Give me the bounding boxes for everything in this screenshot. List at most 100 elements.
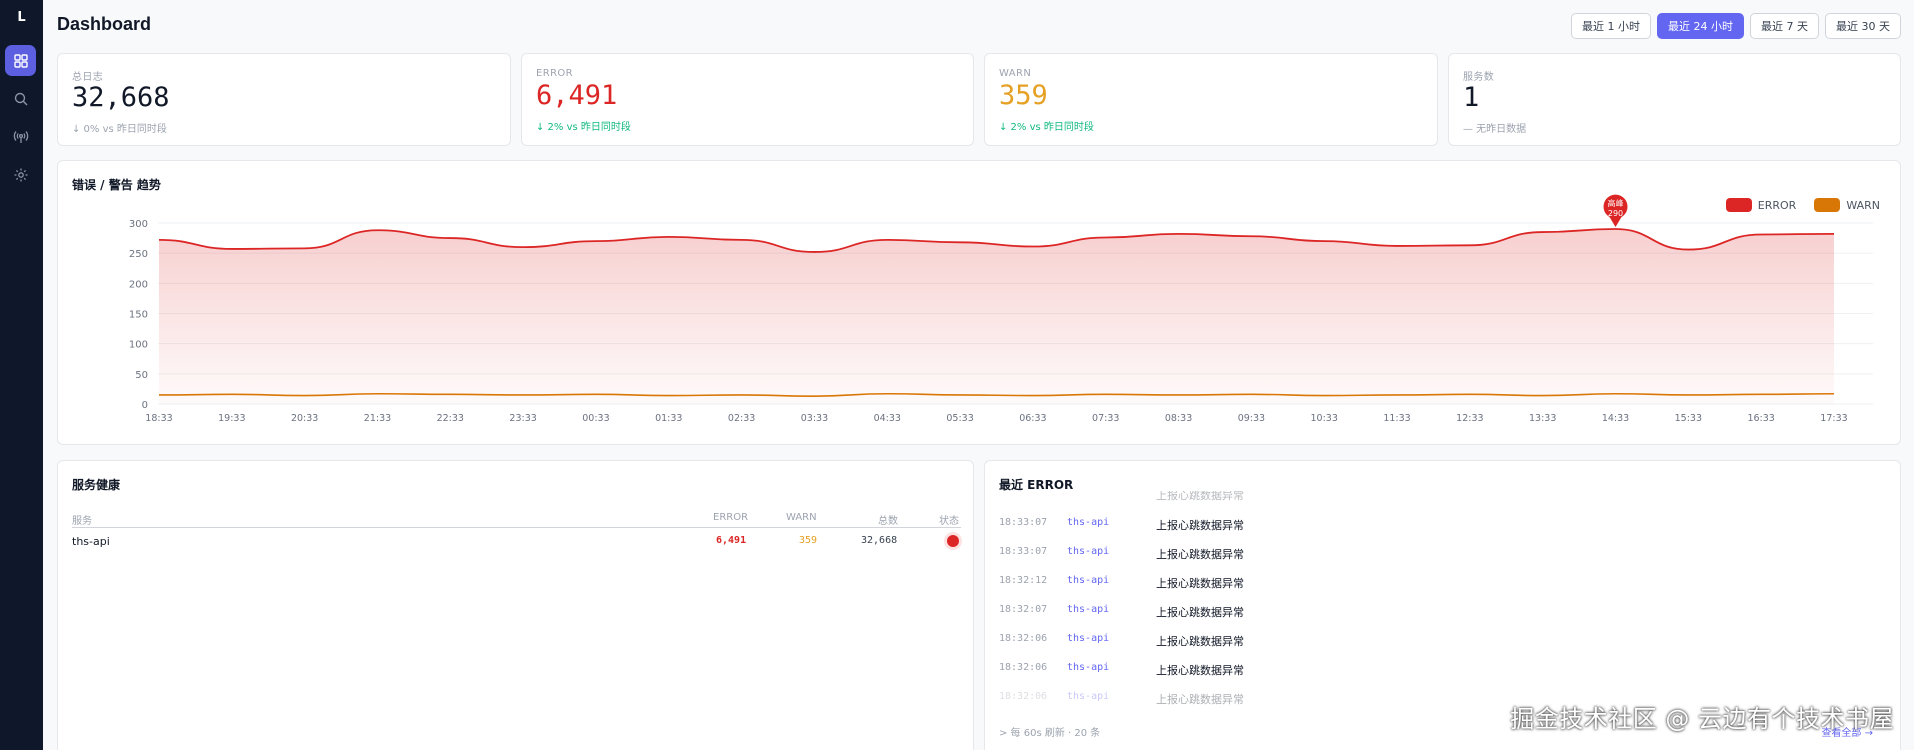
col-header-total: 总数 xyxy=(878,516,898,527)
chart-legend: ERROR WARN xyxy=(1725,198,1880,212)
x-tick-label: 15:33 xyxy=(1675,413,1702,424)
col-header-service: 服务 xyxy=(72,516,92,527)
stat-value: 32,668 xyxy=(72,82,170,113)
peak-marker xyxy=(1603,194,1628,228)
y-tick-label: 150 xyxy=(129,310,148,321)
error-service: ths-api xyxy=(1067,633,1110,644)
error-time: 18:33:07 xyxy=(999,546,1048,557)
error-list-partial-item: 上报心跳数据异常 xyxy=(1156,489,1244,502)
app-logo: L xyxy=(17,10,26,25)
y-tick-label: 0 xyxy=(142,400,148,411)
error-list-item[interactable]: 18:33:07 ths-api 上报心跳数据异常 xyxy=(999,546,1244,562)
stat-value: 359 xyxy=(999,80,1048,111)
service-error-count: 6,491 xyxy=(716,535,747,546)
x-tick-label: 10:33 xyxy=(1311,413,1338,424)
service-warn-count: 359 xyxy=(799,535,818,546)
error-service: ths-api xyxy=(1067,691,1110,702)
services-title: 服务健康 xyxy=(72,478,121,492)
error-list-item[interactable]: 18:32:06 ths-api 上报心跳数据异常 xyxy=(999,662,1244,678)
sidebar: L xyxy=(0,0,43,750)
x-tick-label: 22:33 xyxy=(437,413,464,424)
legend-swatch-warn xyxy=(1814,198,1841,212)
stat-value: 6,491 xyxy=(536,80,618,111)
x-tick-label: 02:33 xyxy=(728,413,755,424)
series-line-warn xyxy=(158,392,1835,397)
col-header-status: 状态 xyxy=(939,516,959,527)
y-tick-label: 200 xyxy=(129,279,148,290)
stat-card-total: 总日志 32,668 ↓ 0% vs 昨日同时段 xyxy=(57,53,511,146)
dashboard-icon xyxy=(13,53,28,68)
error-service: ths-api xyxy=(1067,575,1110,586)
error-message: 上报心跳数据异常 xyxy=(1156,693,1244,706)
watermark: 掘金技术社区 @ 云边有个技术书屋 xyxy=(1510,705,1894,733)
table-header-divider xyxy=(72,527,961,528)
nav-live[interactable] xyxy=(5,121,36,152)
error-message: 上报心跳数据异常 xyxy=(1156,635,1244,648)
service-name[interactable]: ths-api xyxy=(72,535,110,548)
x-tick-label: 23:33 xyxy=(509,413,536,424)
x-tick-label: 13:33 xyxy=(1529,413,1556,424)
peak-value: 290 xyxy=(1608,209,1623,218)
x-tick-label: 07:33 xyxy=(1092,413,1119,424)
search-icon xyxy=(14,92,27,105)
range-1h-button[interactable]: 最近 1 小时 xyxy=(1571,13,1651,39)
error-time: 18:33:07 xyxy=(999,517,1048,528)
error-time: 18:32:07 xyxy=(999,604,1048,615)
error-message: 上报心跳数据异常 xyxy=(1156,664,1244,677)
x-tick-label: 01:33 xyxy=(655,413,682,424)
stat-label: 服务数 xyxy=(1463,72,1495,83)
stat-delta: ↓ 2% vs 昨日同时段 xyxy=(999,122,1094,133)
x-tick-label: 08:33 xyxy=(1165,413,1192,424)
col-header-error: ERROR xyxy=(713,512,749,523)
range-7d-button[interactable]: 最近 7 天 xyxy=(1750,13,1819,39)
stat-card-services: 服务数 1 — 无昨日数据 xyxy=(1448,53,1901,146)
error-list-item[interactable]: 18:32:12 ths-api 上报心跳数据异常 xyxy=(999,575,1244,591)
x-tick-label: 03:33 xyxy=(801,413,828,424)
peak-label: 高峰 xyxy=(1608,198,1624,208)
nav-dashboard[interactable] xyxy=(5,45,36,76)
x-tick-label: 14:33 xyxy=(1602,413,1629,424)
x-tick-label: 06:33 xyxy=(1019,413,1046,424)
range-24h-button[interactable]: 最近 24 小时 xyxy=(1657,13,1744,39)
error-time: 18:32:06 xyxy=(999,662,1048,673)
refresh-info: > 每 60s 刷新 · 20 条 xyxy=(999,728,1101,739)
x-tick-label: 20:33 xyxy=(291,413,318,424)
error-list-item[interactable]: 18:32:06 ths-api 上报心跳数据异常 xyxy=(999,691,1244,707)
error-message: 上报心跳数据异常 xyxy=(1156,548,1244,561)
error-list-item[interactable]: 18:32:07 ths-api 上报心跳数据异常 xyxy=(999,604,1244,620)
error-service: ths-api xyxy=(1067,546,1110,557)
stat-value: 1 xyxy=(1463,82,1480,113)
y-tick-label: 50 xyxy=(135,370,148,381)
x-tick-label: 11:33 xyxy=(1383,413,1410,424)
services-panel: 服务健康 服务 ERROR WARN 总数 状态 ths-api 6,491 3… xyxy=(57,460,974,750)
chart-title: 错误 / 警告 趋势 xyxy=(72,178,161,192)
error-time: 18:32:06 xyxy=(999,691,1048,702)
gear-icon xyxy=(14,168,27,181)
error-service: ths-api xyxy=(1067,517,1110,528)
error-time: 18:32:12 xyxy=(999,575,1048,586)
legend-label-warn[interactable]: WARN xyxy=(1846,199,1880,212)
stat-card-error: ERROR 6,491 ↓ 2% vs 昨日同时段 xyxy=(521,53,974,146)
service-total-count: 32,668 xyxy=(861,535,898,546)
x-tick-label: 09:33 xyxy=(1238,413,1265,424)
nav-search[interactable] xyxy=(5,83,36,114)
broadcast-icon xyxy=(13,130,28,143)
trend-chart[interactable]: 0 50 100 150 200 250 300 18:33 19:33 20:33 21:33 2… xyxy=(58,161,1902,446)
recent-errors-title: 最近 ERROR xyxy=(999,478,1074,492)
page-title: Dashboard xyxy=(57,14,152,34)
error-service: ths-api xyxy=(1067,662,1110,673)
nav-settings[interactable] xyxy=(5,159,36,190)
error-service: ths-api xyxy=(1067,604,1110,615)
col-header-warn: WARN xyxy=(786,512,817,523)
x-tick-label: 19:33 xyxy=(218,413,245,424)
stat-delta: ↓ 0% vs 昨日同时段 xyxy=(72,124,167,135)
error-list-item[interactable]: 18:32:06 ths-api 上报心跳数据异常 xyxy=(999,633,1244,649)
x-tick-label: 21:33 xyxy=(364,413,391,424)
y-tick-label: 250 xyxy=(129,249,148,260)
legend-swatch-error xyxy=(1725,198,1752,212)
error-list-item[interactable]: 18:33:07 ths-api 上报心跳数据异常 xyxy=(999,517,1244,533)
legend-label-error[interactable]: ERROR xyxy=(1758,199,1797,212)
range-30d-button[interactable]: 最近 30 天 xyxy=(1825,13,1901,39)
x-tick-label: 16:33 xyxy=(1747,413,1774,424)
trend-chart-panel: 错误 / 警告 趋势 ERROR WARN 0 50 100 150 200 250 300… xyxy=(57,160,1901,445)
